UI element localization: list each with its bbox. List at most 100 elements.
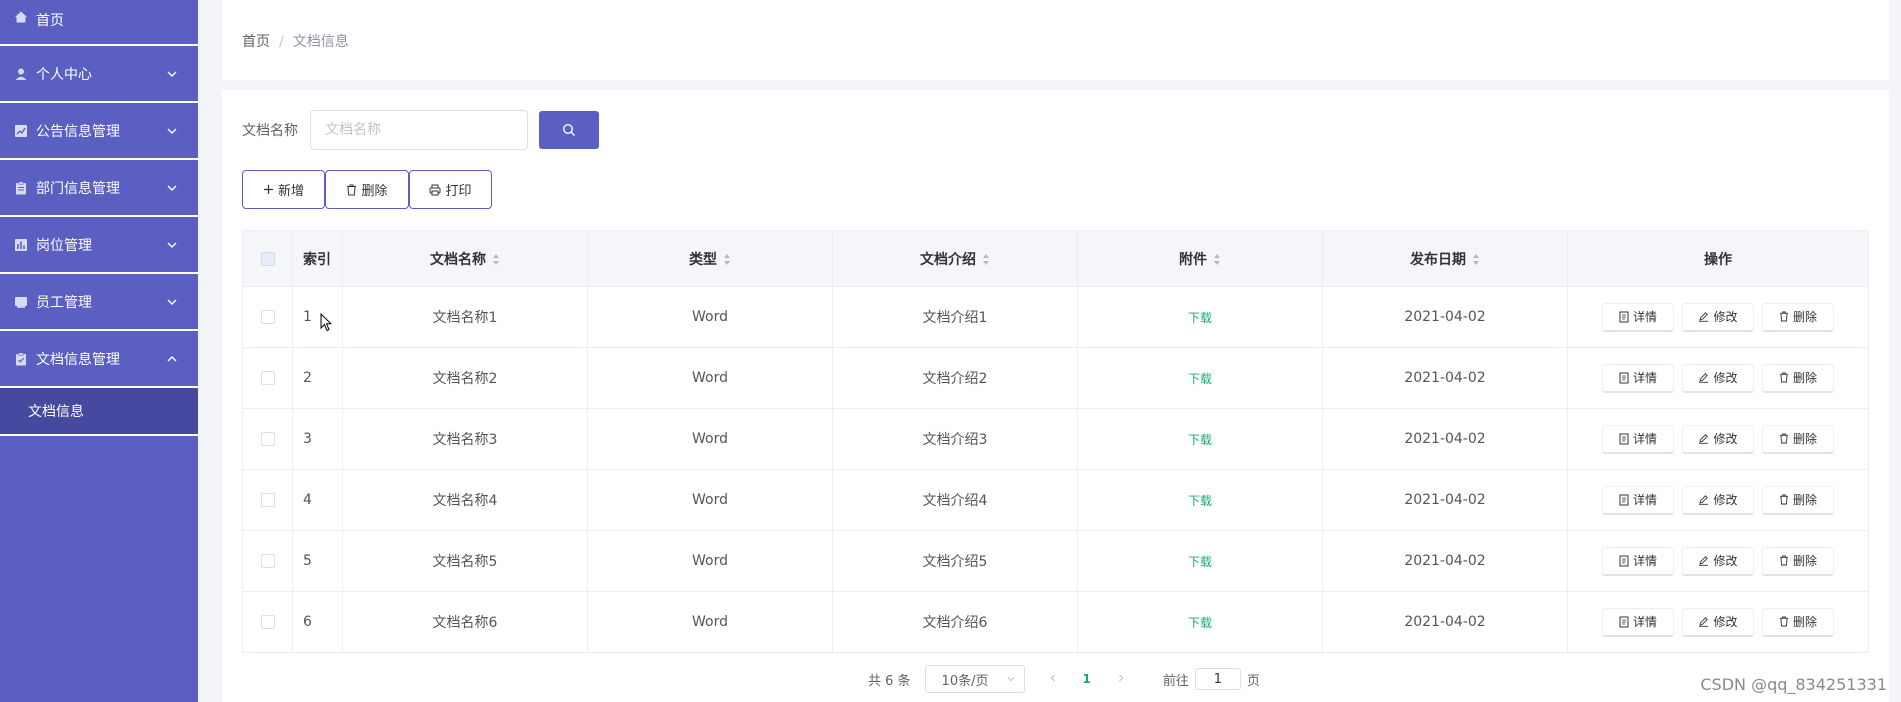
toolbar: 新增 删除 打印 (242, 170, 492, 209)
breadcrumb-home[interactable]: 首页 (242, 34, 270, 50)
pagination-total: 共 6 条 (868, 673, 911, 689)
sidebar-item-document-management[interactable]: 文档信息管理 (0, 331, 198, 388)
row-checkbox[interactable] (260, 432, 275, 446)
sort-icon[interactable] (492, 253, 500, 266)
cell-name: 文档名称2 (342, 347, 588, 409)
sidebar-item-personal-center[interactable]: 个人中心 (0, 46, 198, 103)
row-actions: 详情 修改 删除 (1568, 546, 1868, 576)
table-row: 1 文档名称1 Word 文档介绍1 下载 2021-04-02 详情 修改 删除 (242, 286, 1869, 348)
column-header-intro[interactable]: 文档介绍 (832, 230, 1078, 287)
edit-button[interactable]: 修改 (1682, 424, 1754, 454)
row-delete-button[interactable]: 删除 (1762, 546, 1834, 576)
sort-icon[interactable] (982, 253, 990, 266)
edit-button[interactable]: 修改 (1682, 302, 1754, 332)
sidebar-item-position-management[interactable]: 岗位管理 (0, 217, 198, 274)
detail-label: 详情 (1632, 493, 1657, 507)
download-link[interactable]: 下载 (1188, 616, 1212, 630)
edit-icon (1699, 434, 1709, 444)
detail-label: 详情 (1632, 310, 1657, 324)
cell-index: 5 (292, 530, 343, 592)
column-header-date[interactable]: 发布日期 (1322, 230, 1568, 287)
bar-chart-icon (14, 238, 28, 252)
row-checkbox[interactable] (260, 371, 275, 385)
chevron-down-icon (167, 128, 177, 134)
sidebar-item-notice-management[interactable]: 公告信息管理 (0, 103, 198, 160)
column-header-attachment[interactable]: 附件 (1077, 230, 1323, 287)
trash-icon (347, 184, 357, 195)
sidebar-item-label: 部门信息管理 (36, 180, 120, 197)
column-header-type[interactable]: 类型 (587, 230, 833, 287)
detail-button[interactable]: 详情 (1602, 424, 1674, 454)
add-button[interactable]: 新增 (242, 170, 325, 209)
cell-index: 4 (292, 469, 343, 531)
print-button[interactable]: 打印 (409, 170, 492, 209)
row-delete-button[interactable]: 删除 (1762, 607, 1834, 637)
main-panel: 文档名称 新增 删除 打印 索引 文档名称 类型 (222, 90, 1889, 702)
next-page-button[interactable] (1115, 672, 1127, 687)
download-link[interactable]: 下载 (1188, 311, 1212, 325)
row-select-cell (242, 347, 293, 409)
select-all-checkbox[interactable] (260, 251, 275, 266)
search-input[interactable] (310, 110, 528, 150)
row-checkbox[interactable] (260, 493, 275, 507)
row-delete-button[interactable]: 删除 (1762, 363, 1834, 393)
detail-button[interactable]: 详情 (1602, 485, 1674, 515)
edit-icon (1699, 373, 1709, 383)
cell-type: Word (587, 286, 833, 348)
header-bar: 首页 / 文档信息 (222, 0, 1889, 80)
detail-button[interactable]: 详情 (1602, 302, 1674, 332)
cell-index: 2 (292, 347, 343, 409)
sidebar-subitem-document-info[interactable]: 文档信息 (0, 388, 198, 436)
delete-label: 删除 (1792, 554, 1817, 568)
download-link[interactable]: 下载 (1188, 555, 1212, 569)
detail-button[interactable]: 详情 (1602, 607, 1674, 637)
cell-date: 2021-04-02 (1322, 591, 1568, 653)
sort-icon[interactable] (1472, 253, 1480, 266)
chevron-down-icon (167, 299, 177, 305)
row-checkbox[interactable] (260, 310, 275, 324)
home-icon (14, 10, 28, 24)
watermark: CSDN @qq_834251331 (1700, 675, 1887, 694)
sidebar-item-employee-management[interactable]: 员工管理 (0, 274, 198, 331)
download-link[interactable]: 下载 (1188, 433, 1212, 447)
sidebar-item-home[interactable]: 首页 (0, 0, 198, 46)
cell-date: 2021-04-02 (1322, 347, 1568, 409)
detail-button[interactable]: 详情 (1602, 363, 1674, 393)
sort-icon[interactable] (723, 253, 731, 266)
search-button[interactable] (539, 111, 599, 149)
page-number-current[interactable]: 1 (1083, 672, 1091, 686)
trash-icon (1779, 616, 1788, 627)
detail-button[interactable]: 详情 (1602, 546, 1674, 576)
row-actions: 详情 修改 删除 (1568, 424, 1868, 454)
sidebar-item-department-management[interactable]: 部门信息管理 (0, 160, 198, 217)
page-size-select[interactable]: 10条/页 (924, 665, 1025, 693)
cell-type: Word (587, 347, 833, 409)
column-header-name[interactable]: 文档名称 (342, 230, 588, 287)
cell-ops: 详情 修改 删除 (1567, 591, 1869, 653)
cell-type: Word (587, 591, 833, 653)
edit-button[interactable]: 修改 (1682, 485, 1754, 515)
cell-type: Word (587, 469, 833, 531)
row-delete-button[interactable]: 删除 (1762, 302, 1834, 332)
row-checkbox[interactable] (260, 615, 275, 629)
cell-date: 2021-04-02 (1322, 530, 1568, 592)
prev-page-button[interactable] (1047, 672, 1059, 687)
cell-attachment: 下载 (1077, 286, 1323, 348)
cell-attachment: 下载 (1077, 530, 1323, 592)
delete-button[interactable]: 删除 (325, 170, 409, 209)
download-link[interactable]: 下载 (1188, 494, 1212, 508)
row-delete-button[interactable]: 删除 (1762, 424, 1834, 454)
chevron-down-icon (167, 71, 177, 77)
goto-page-input[interactable] (1194, 668, 1241, 690)
row-delete-button[interactable]: 删除 (1762, 485, 1834, 515)
row-checkbox[interactable] (260, 554, 275, 568)
edit-button[interactable]: 修改 (1682, 363, 1754, 393)
download-link[interactable]: 下载 (1188, 372, 1212, 386)
edit-icon (1699, 495, 1709, 505)
document-icon (1619, 433, 1629, 444)
table-row: 5 文档名称5 Word 文档介绍5 下载 2021-04-02 详情 修改 删除 (242, 530, 1869, 592)
sort-icon[interactable] (1213, 253, 1221, 266)
edit-button[interactable]: 修改 (1682, 607, 1754, 637)
edit-button[interactable]: 修改 (1682, 546, 1754, 576)
search-icon (562, 123, 575, 136)
